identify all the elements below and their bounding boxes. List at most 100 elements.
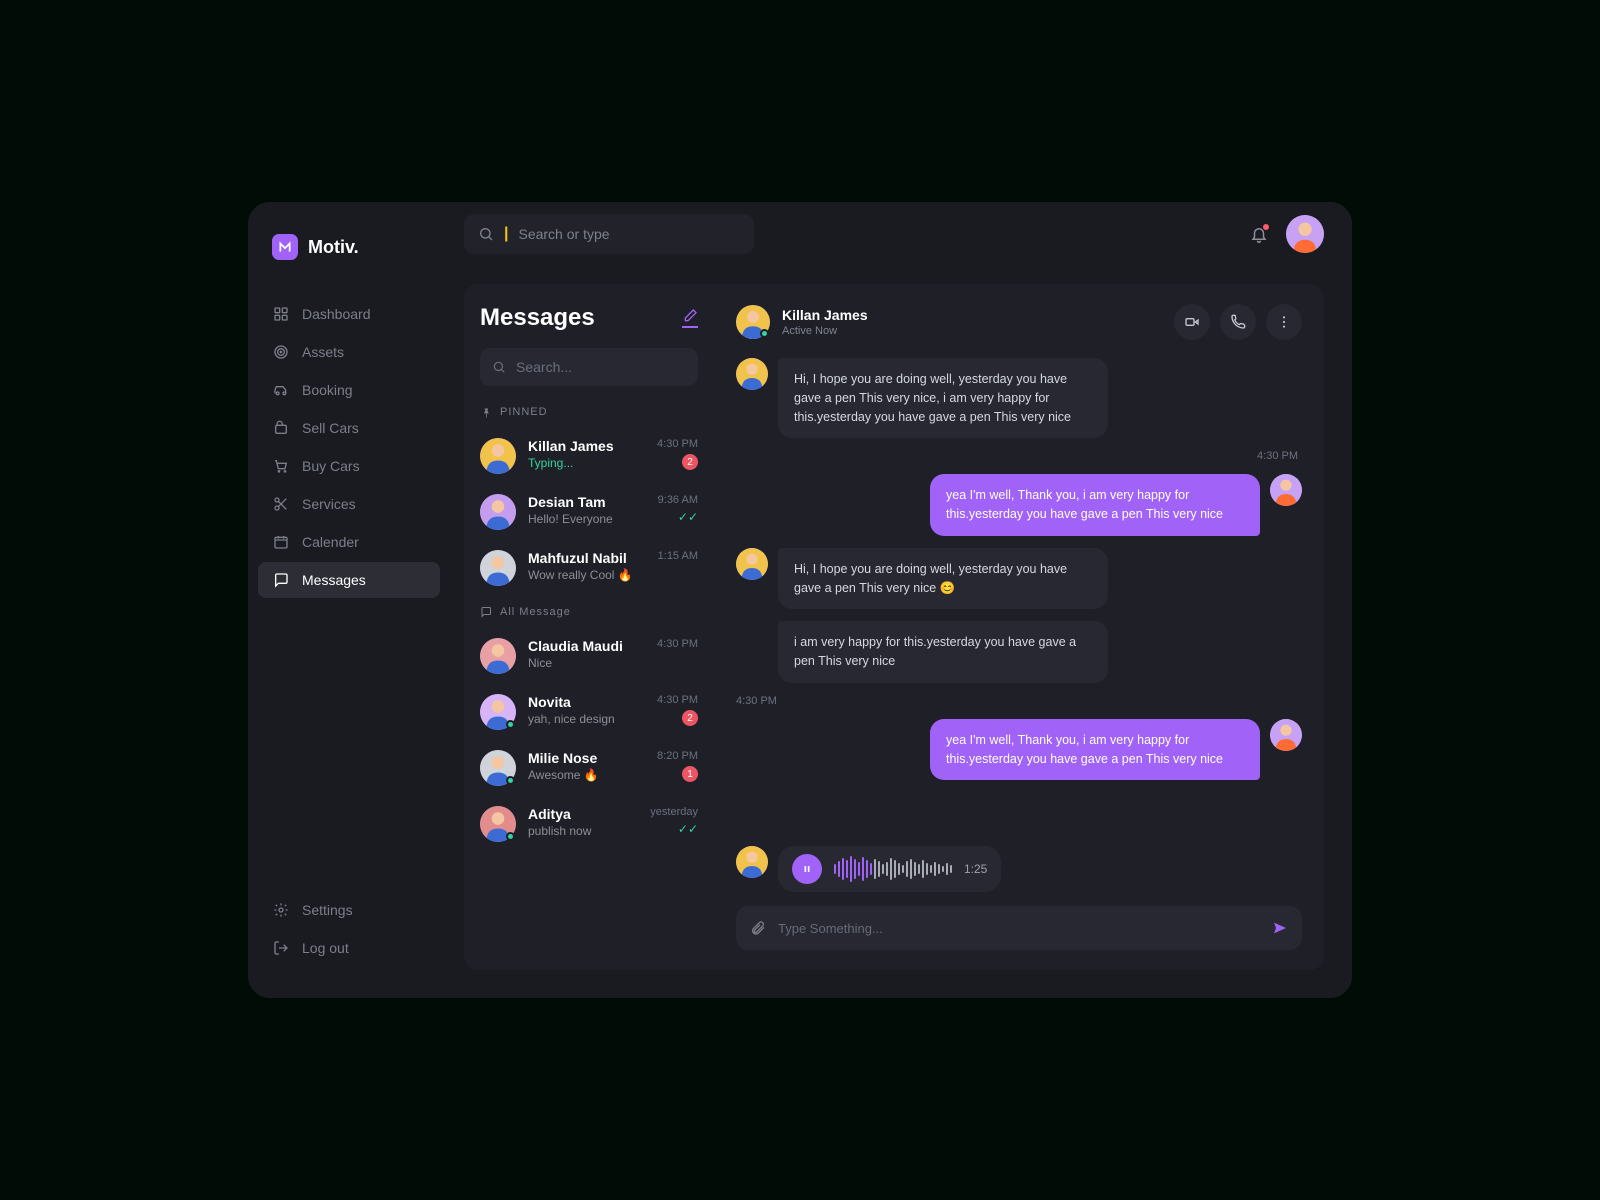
search-placeholder: Search or type <box>518 226 609 242</box>
avatar <box>480 750 516 786</box>
message-row: Hi, I hope you are doing well, yesterday… <box>736 548 1302 610</box>
nav-calender[interactable]: Calender <box>258 524 440 560</box>
presence-indicator <box>506 832 515 841</box>
peer-status: Active Now <box>782 325 868 337</box>
conversation-item[interactable]: Claudia MaudiNice4:30 PM <box>480 628 698 684</box>
nav-buy-cars[interactable]: Buy Cars <box>258 448 440 484</box>
msg-avatar <box>736 548 768 610</box>
nav-label: Buy Cars <box>302 458 360 474</box>
avatar <box>480 550 516 586</box>
unread-badge: 1 <box>682 766 698 782</box>
search-icon <box>478 226 494 242</box>
conversation-item[interactable]: Adityapublish nowyesterday✓✓ <box>480 796 698 852</box>
composer[interactable]: Type Something... <box>736 906 1302 950</box>
nav-label: Services <box>302 496 356 512</box>
topbar: | Search or type <box>450 202 1352 266</box>
chat-header: Killan James Active Now <box>736 304 1302 340</box>
conversation-time: 4:30 PM <box>657 638 698 650</box>
conversation-item[interactable]: Desian TamHello! Everyone9:36 AM✓✓ <box>480 484 698 540</box>
compose-button[interactable] <box>682 308 698 328</box>
app-frame: Motiv. Dashboard Assets Booking Sell Cars Bu… <box>248 202 1352 998</box>
send-button[interactable] <box>1272 920 1288 936</box>
conversation-item[interactable]: Mahfuzul NabilWow really Cool 🔥1:15 AM <box>480 540 698 596</box>
conversation-item[interactable]: Killan JamesTyping...4:30 PM2 <box>480 428 698 484</box>
avatar <box>480 438 516 474</box>
all-section-label: All Message <box>480 606 698 618</box>
message-bubble: yea I'm well, Thank you, i am very happy… <box>930 474 1260 536</box>
voice-message: 1:25 <box>778 846 1001 892</box>
conversation-name: Killan James <box>528 438 645 454</box>
message-row: yea I'm well, Thank you, i am very happy… <box>736 719 1302 781</box>
conversations-panel: Messages Search... PINNED <box>464 284 714 970</box>
sidebar: Motiv. Dashboard Assets Booking Sell Cars Bu… <box>248 202 450 998</box>
conversation-search[interactable]: Search... <box>480 348 698 386</box>
composer-placeholder: Type Something... <box>778 921 1260 936</box>
conversation-name: Milie Nose <box>528 750 645 766</box>
message-bubble: Hi, I hope you are doing well, yesterday… <box>778 358 1108 438</box>
msg-avatar <box>1270 474 1302 536</box>
avatar <box>480 494 516 530</box>
msg-avatar <box>736 358 768 438</box>
nav-label: Messages <box>302 572 366 588</box>
nav-settings[interactable]: Settings <box>258 892 440 928</box>
nav-dashboard[interactable]: Dashboard <box>258 296 440 332</box>
conversation-time: 9:36 AM <box>658 494 698 506</box>
conversation-preview: Wow really Cool 🔥 <box>528 568 646 582</box>
conversation-name: Mahfuzul Nabil <box>528 550 646 566</box>
conversation-time: yesterday <box>650 806 698 818</box>
conversation-name: Desian Tam <box>528 494 646 510</box>
nav-label: Dashboard <box>302 306 371 322</box>
peer-avatar <box>736 305 770 339</box>
voice-call-button[interactable] <box>1220 304 1256 340</box>
read-receipt-icon: ✓✓ <box>658 510 698 524</box>
nav-label: Settings <box>302 902 353 918</box>
nav-messages[interactable]: Messages <box>258 562 440 598</box>
brand-name: Motiv. <box>308 237 359 258</box>
conversation-item[interactable]: Novitayah, nice design4:30 PM2 <box>480 684 698 740</box>
conversation-search-placeholder: Search... <box>516 359 572 375</box>
notifications-button[interactable] <box>1250 225 1268 243</box>
message-timestamp: 4:30 PM <box>1257 450 1298 462</box>
search-icon <box>492 360 506 374</box>
conversation-name: Novita <box>528 694 645 710</box>
message-row: i am very happy for this.yesterday you h… <box>736 621 1302 683</box>
scissors-icon <box>272 496 290 512</box>
chat-panel: Killan James Active Now <box>714 284 1324 970</box>
avatar <box>480 806 516 842</box>
peer-avatar <box>736 846 768 892</box>
presence-indicator <box>506 720 515 729</box>
voice-waveform[interactable] <box>834 856 952 882</box>
voice-pause-button[interactable] <box>792 854 822 884</box>
pinned-section-label: PINNED <box>480 406 698 418</box>
me-avatar[interactable] <box>1286 215 1324 253</box>
search-caret: | <box>504 225 508 243</box>
bag-icon <box>272 420 290 436</box>
conversation-preview: Awesome 🔥 <box>528 768 645 782</box>
pinned-list: Killan JamesTyping...4:30 PM2Desian TamH… <box>480 428 698 596</box>
pin-icon <box>480 406 492 418</box>
conversation-time: 4:30 PM <box>657 438 698 450</box>
gear-icon <box>272 902 290 918</box>
message-row: Hi, I hope you are doing well, yesterday… <box>736 358 1302 438</box>
nav-assets[interactable]: Assets <box>258 334 440 370</box>
attachment-button[interactable] <box>750 920 766 936</box>
target-icon <box>272 344 290 360</box>
nav-booking[interactable]: Booking <box>258 372 440 408</box>
message-bubble: yea I'm well, Thank you, i am very happy… <box>930 719 1260 781</box>
more-button[interactable] <box>1266 304 1302 340</box>
conversation-item[interactable]: Milie NoseAwesome 🔥8:20 PM1 <box>480 740 698 796</box>
nav-sell-cars[interactable]: Sell Cars <box>258 410 440 446</box>
message-timestamp: 4:30 PM <box>736 695 1302 707</box>
nav-log-out[interactable]: Log out <box>258 930 440 966</box>
all-list: Claudia MaudiNice4:30 PM Novita yah, nice … <box>480 628 698 852</box>
global-search[interactable]: | Search or type <box>464 214 754 254</box>
calendar-icon <box>272 534 290 550</box>
nav-label: Booking <box>302 382 353 398</box>
conversation-preview: publish now <box>528 824 638 838</box>
nav-label: Log out <box>302 940 349 956</box>
nav-list: Dashboard Assets Booking Sell Cars Buy Cars S… <box>248 296 450 598</box>
conversation-preview: yah, nice design <box>528 712 645 726</box>
nav-services[interactable]: Services <box>258 486 440 522</box>
car-icon <box>272 382 290 398</box>
video-call-button[interactable] <box>1174 304 1210 340</box>
